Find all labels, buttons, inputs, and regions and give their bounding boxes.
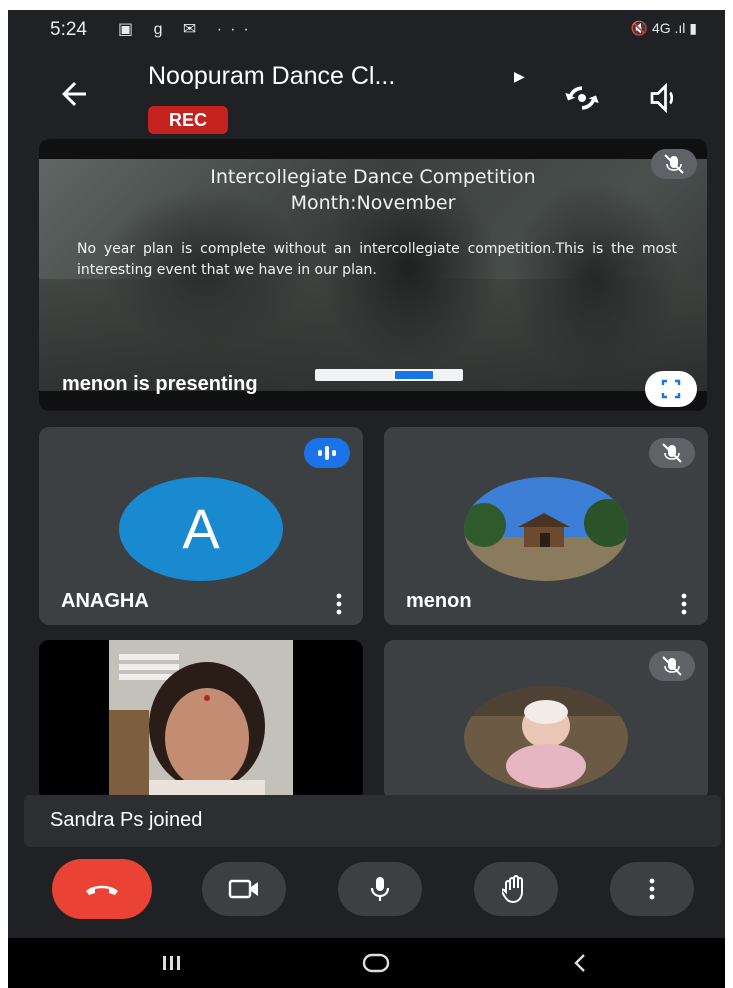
shared-slide: Intercollegiate Dance Competition Month:…	[39, 159, 707, 391]
participant-video	[109, 640, 293, 800]
microphone-toggle-button[interactable]	[338, 862, 422, 916]
expand-caret-icon[interactable]: ▶	[514, 68, 525, 85]
slide-body-text: No year plan is complete without an inte…	[77, 241, 677, 278]
slide-title: Intercollegiate Dance Competition	[210, 166, 536, 188]
meet-call-screen: 5:24 ▣ g ✉ ··· 🔇 4G .ıl ▮ Noopuram Dance…	[8, 10, 725, 988]
camera-toggle-button[interactable]	[202, 862, 286, 916]
microphone-icon	[370, 877, 390, 901]
participant-tile[interactable]	[39, 640, 363, 800]
meeting-title[interactable]: Noopuram Dance Cl...	[148, 62, 395, 91]
nav-back-icon[interactable]	[560, 948, 600, 978]
muted-mic-icon	[649, 438, 695, 468]
video-camera-icon	[228, 879, 258, 899]
slide-subtitle: Month:November	[290, 192, 456, 214]
muted-mic-icon	[649, 651, 695, 681]
fullscreen-button[interactable]	[645, 371, 697, 407]
presenting-label: menon is presenting	[62, 373, 258, 395]
switch-camera-icon[interactable]	[562, 78, 602, 118]
stop-sharing-button	[395, 371, 433, 379]
more-options-button[interactable]	[610, 862, 694, 916]
avatar	[464, 686, 628, 790]
status-bar: 5:24 ▣ g ✉ ··· 🔇 4G .ıl ▮	[8, 10, 725, 50]
join-notification-text: Sandra Ps joined	[50, 809, 203, 831]
end-call-button[interactable]	[52, 859, 152, 919]
notification-icons: ▣ g ✉ ···	[118, 21, 257, 38]
back-arrow-icon[interactable]	[56, 76, 92, 112]
recording-badge: REC	[148, 106, 228, 134]
participant-tile[interactable]: A ANAGHA	[39, 427, 363, 625]
participant-tile[interactable]	[384, 640, 708, 800]
recents-icon[interactable]	[152, 948, 192, 978]
phone-hangup-icon	[86, 885, 118, 895]
participant-name: menon	[406, 590, 472, 612]
avatar	[464, 477, 628, 581]
status-time: 5:24	[50, 19, 87, 40]
home-icon[interactable]	[356, 948, 396, 978]
screen-share-bar	[315, 369, 463, 381]
avatar: A	[119, 477, 283, 581]
muted-mic-icon	[651, 149, 697, 179]
raise-hand-icon	[502, 875, 523, 904]
raise-hand-button[interactable]	[474, 862, 558, 916]
speaker-icon[interactable]	[646, 80, 682, 116]
more-options-icon[interactable]	[334, 592, 344, 616]
fullscreen-icon	[661, 379, 681, 399]
system-status-icons: 🔇 4G .ıl ▮	[630, 20, 697, 36]
call-controls	[8, 856, 725, 928]
speaking-indicator-icon	[304, 438, 350, 468]
participant-name: ANAGHA	[61, 590, 149, 612]
join-notification: Sandra Ps joined	[24, 795, 721, 847]
system-navigation-bar	[8, 938, 725, 988]
more-options-icon[interactable]	[679, 592, 689, 616]
participant-tile[interactable]: menon	[384, 427, 708, 625]
more-vert-icon	[649, 878, 655, 900]
presentation-tile[interactable]: Intercollegiate Dance Competition Month:…	[39, 139, 707, 411]
